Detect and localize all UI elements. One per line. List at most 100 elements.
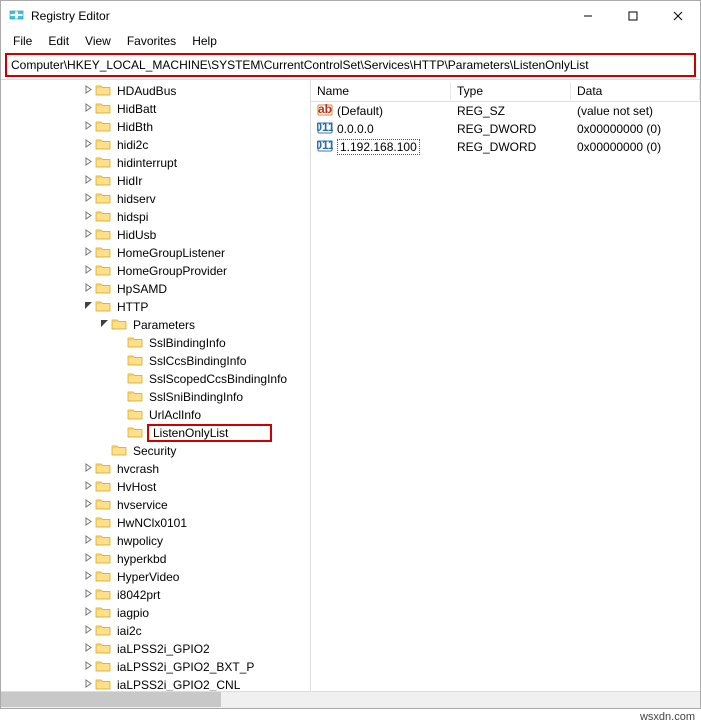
menubar: File Edit View Favorites Help — [1, 31, 700, 51]
chevron-right-icon[interactable] — [81, 535, 95, 547]
workarea: HDAudBusHidBattHidBthhidi2chidinterruptH… — [1, 79, 700, 691]
menu-help[interactable]: Help — [184, 32, 225, 50]
chevron-right-icon[interactable] — [81, 553, 95, 565]
menu-file[interactable]: File — [5, 32, 40, 50]
chevron-right-icon[interactable] — [81, 85, 95, 97]
value-name-cell[interactable]: 0111.192.168.100 — [311, 138, 451, 157]
chevron-right-icon[interactable] — [81, 463, 95, 475]
col-name[interactable]: Name — [311, 82, 451, 100]
tree-item[interactable]: HidUsb — [1, 226, 310, 244]
tree-item[interactable]: Parameters — [1, 316, 310, 334]
tree-panel[interactable]: HDAudBusHidBattHidBthhidi2chidinterruptH… — [1, 80, 311, 691]
tree-item[interactable]: iaLPSS2i_GPIO2 — [1, 640, 310, 658]
tree-item[interactable]: Security — [1, 442, 310, 460]
folder-icon — [95, 299, 115, 316]
list-header[interactable]: Name Type Data — [311, 80, 700, 102]
tree-item[interactable]: iaLPSS2i_GPIO2_CNL — [1, 676, 310, 691]
maximize-button[interactable] — [610, 2, 655, 31]
scrollbar-thumb[interactable] — [1, 692, 221, 707]
tree-item[interactable]: SslCcsBindingInfo — [1, 352, 310, 370]
tree-item[interactable]: i8042prt — [1, 586, 310, 604]
menu-view[interactable]: View — [77, 32, 119, 50]
chevron-right-icon[interactable] — [81, 283, 95, 295]
horizontal-scrollbar[interactable] — [1, 691, 700, 708]
chevron-right-icon[interactable] — [81, 211, 95, 223]
tree-item[interactable]: hidi2c — [1, 136, 310, 154]
value-name-cell[interactable]: ab(Default) — [311, 102, 451, 121]
chevron-right-icon[interactable] — [81, 607, 95, 619]
tree-item[interactable]: HomeGroupListener — [1, 244, 310, 262]
tree-item[interactable]: ListenOnlyList — [1, 424, 310, 442]
tree-item[interactable]: SslScopedCcsBindingInfo — [1, 370, 310, 388]
menu-edit[interactable]: Edit — [40, 32, 77, 50]
menu-favorites[interactable]: Favorites — [119, 32, 184, 50]
window-controls — [565, 2, 700, 31]
tree-item[interactable]: HidIr — [1, 172, 310, 190]
col-type[interactable]: Type — [451, 82, 571, 100]
tree-item[interactable]: HidBth — [1, 118, 310, 136]
tree-item[interactable]: hidserv — [1, 190, 310, 208]
address-input[interactable] — [11, 58, 690, 72]
chevron-right-icon[interactable] — [81, 229, 95, 241]
tree-item[interactable]: hidspi — [1, 208, 310, 226]
tree-item[interactable]: hvservice — [1, 496, 310, 514]
chevron-right-icon[interactable] — [81, 247, 95, 259]
value-name-cell[interactable]: 0110.0.0.0 — [311, 120, 451, 139]
tree-item[interactable]: HomeGroupProvider — [1, 262, 310, 280]
list-row[interactable]: 0111.192.168.100REG_DWORD0x00000000 (0) — [311, 138, 700, 156]
tree-item-label: Security — [131, 444, 178, 458]
tree-item[interactable]: HyperVideo — [1, 568, 310, 586]
list-row[interactable]: ab(Default)REG_SZ(value not set) — [311, 102, 700, 120]
folder-icon — [127, 371, 147, 388]
tree-item[interactable]: iai2c — [1, 622, 310, 640]
tree-item-label: hvcrash — [115, 462, 161, 476]
tree-item[interactable]: HidBatt — [1, 100, 310, 118]
chevron-right-icon[interactable] — [81, 157, 95, 169]
folder-icon — [95, 245, 115, 262]
tree-item[interactable]: HDAudBus — [1, 82, 310, 100]
chevron-down-icon[interactable] — [97, 319, 111, 331]
minimize-button[interactable] — [565, 2, 610, 31]
tree-item[interactable]: HTTP — [1, 298, 310, 316]
chevron-right-icon[interactable] — [81, 121, 95, 133]
tree-item[interactable]: HwNClx0101 — [1, 514, 310, 532]
tree-item[interactable]: hvcrash — [1, 460, 310, 478]
chevron-right-icon[interactable] — [81, 589, 95, 601]
list-row[interactable]: 0110.0.0.0REG_DWORD0x00000000 (0) — [311, 120, 700, 138]
col-data[interactable]: Data — [571, 82, 700, 100]
value-data: (value not set) — [571, 104, 700, 118]
chevron-right-icon[interactable] — [81, 517, 95, 529]
chevron-right-icon[interactable] — [81, 625, 95, 637]
tree-item[interactable]: HpSAMD — [1, 280, 310, 298]
tree-item-label: SslScopedCcsBindingInfo — [147, 372, 289, 386]
tree-item[interactable]: iaLPSS2i_GPIO2_BXT_P — [1, 658, 310, 676]
chevron-down-icon[interactable] — [81, 301, 95, 313]
close-button[interactable] — [655, 2, 700, 31]
values-panel[interactable]: Name Type Data ab(Default)REG_SZ(value n… — [311, 80, 700, 691]
tree-item-label: SslBindingInfo — [147, 336, 228, 350]
chevron-right-icon[interactable] — [81, 661, 95, 673]
tree-item[interactable]: iagpio — [1, 604, 310, 622]
chevron-right-icon[interactable] — [81, 139, 95, 151]
chevron-right-icon[interactable] — [81, 103, 95, 115]
titlebar[interactable]: Registry Editor — [1, 1, 700, 31]
chevron-right-icon[interactable] — [81, 265, 95, 277]
tree-item[interactable]: hyperkbd — [1, 550, 310, 568]
address-bar[interactable] — [5, 53, 696, 77]
tree-item[interactable]: SslBindingInfo — [1, 334, 310, 352]
folder-icon — [95, 137, 115, 154]
tree-item[interactable]: HvHost — [1, 478, 310, 496]
tree-item[interactable]: UrlAclInfo — [1, 406, 310, 424]
tree-item-label: UrlAclInfo — [147, 408, 203, 422]
tree-item[interactable]: SslSniBindingInfo — [1, 388, 310, 406]
chevron-right-icon[interactable] — [81, 571, 95, 583]
folder-icon — [111, 443, 131, 460]
chevron-right-icon[interactable] — [81, 643, 95, 655]
chevron-right-icon[interactable] — [81, 499, 95, 511]
chevron-right-icon[interactable] — [81, 481, 95, 493]
tree-item[interactable]: hwpolicy — [1, 532, 310, 550]
tree-item[interactable]: hidinterrupt — [1, 154, 310, 172]
chevron-right-icon[interactable] — [81, 679, 95, 691]
chevron-right-icon[interactable] — [81, 175, 95, 187]
chevron-right-icon[interactable] — [81, 193, 95, 205]
